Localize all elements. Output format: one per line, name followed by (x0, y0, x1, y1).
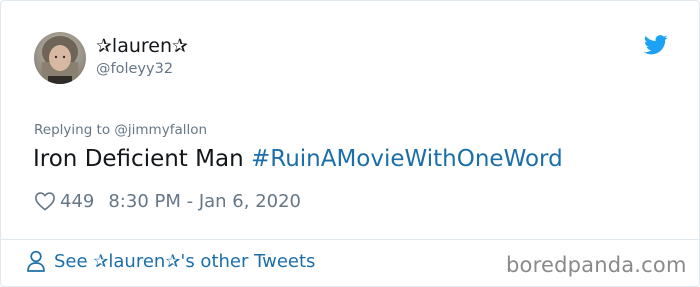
tweet-body: Iron Deficient Man (33, 146, 244, 172)
heart-icon[interactable] (34, 191, 56, 211)
watermark: boredpanda.com (506, 253, 687, 277)
twitter-bird-icon[interactable] (644, 35, 668, 55)
user-handle[interactable]: @foleyy32 (96, 60, 173, 78)
see-other-tweets-link[interactable]: See ✰lauren✰'s other Tweets (26, 250, 315, 272)
hashtag-link[interactable]: #RuinAMovieWithOneWord (251, 146, 563, 172)
timestamp[interactable]: 8:30 PM - Jan 6, 2020 (108, 191, 301, 212)
tweet-text: Iron Deficient Man #RuinAMovieWithOneWor… (33, 144, 563, 174)
divider (1, 239, 699, 240)
display-name[interactable]: ✰lauren✰ (96, 34, 188, 58)
replying-to[interactable]: Replying to @jimmyfallon (34, 122, 207, 139)
see-other-tweets-label[interactable]: See ✰lauren✰'s other Tweets (54, 251, 315, 272)
like-count[interactable]: 449 (60, 191, 94, 212)
tweet-card: ✰lauren✰ @foleyy32 Replying to @jimmyfal… (0, 0, 700, 287)
avatar[interactable] (34, 32, 86, 84)
tweet-meta: 449 8:30 PM - Jan 6, 2020 (34, 188, 301, 214)
person-icon (27, 250, 45, 272)
